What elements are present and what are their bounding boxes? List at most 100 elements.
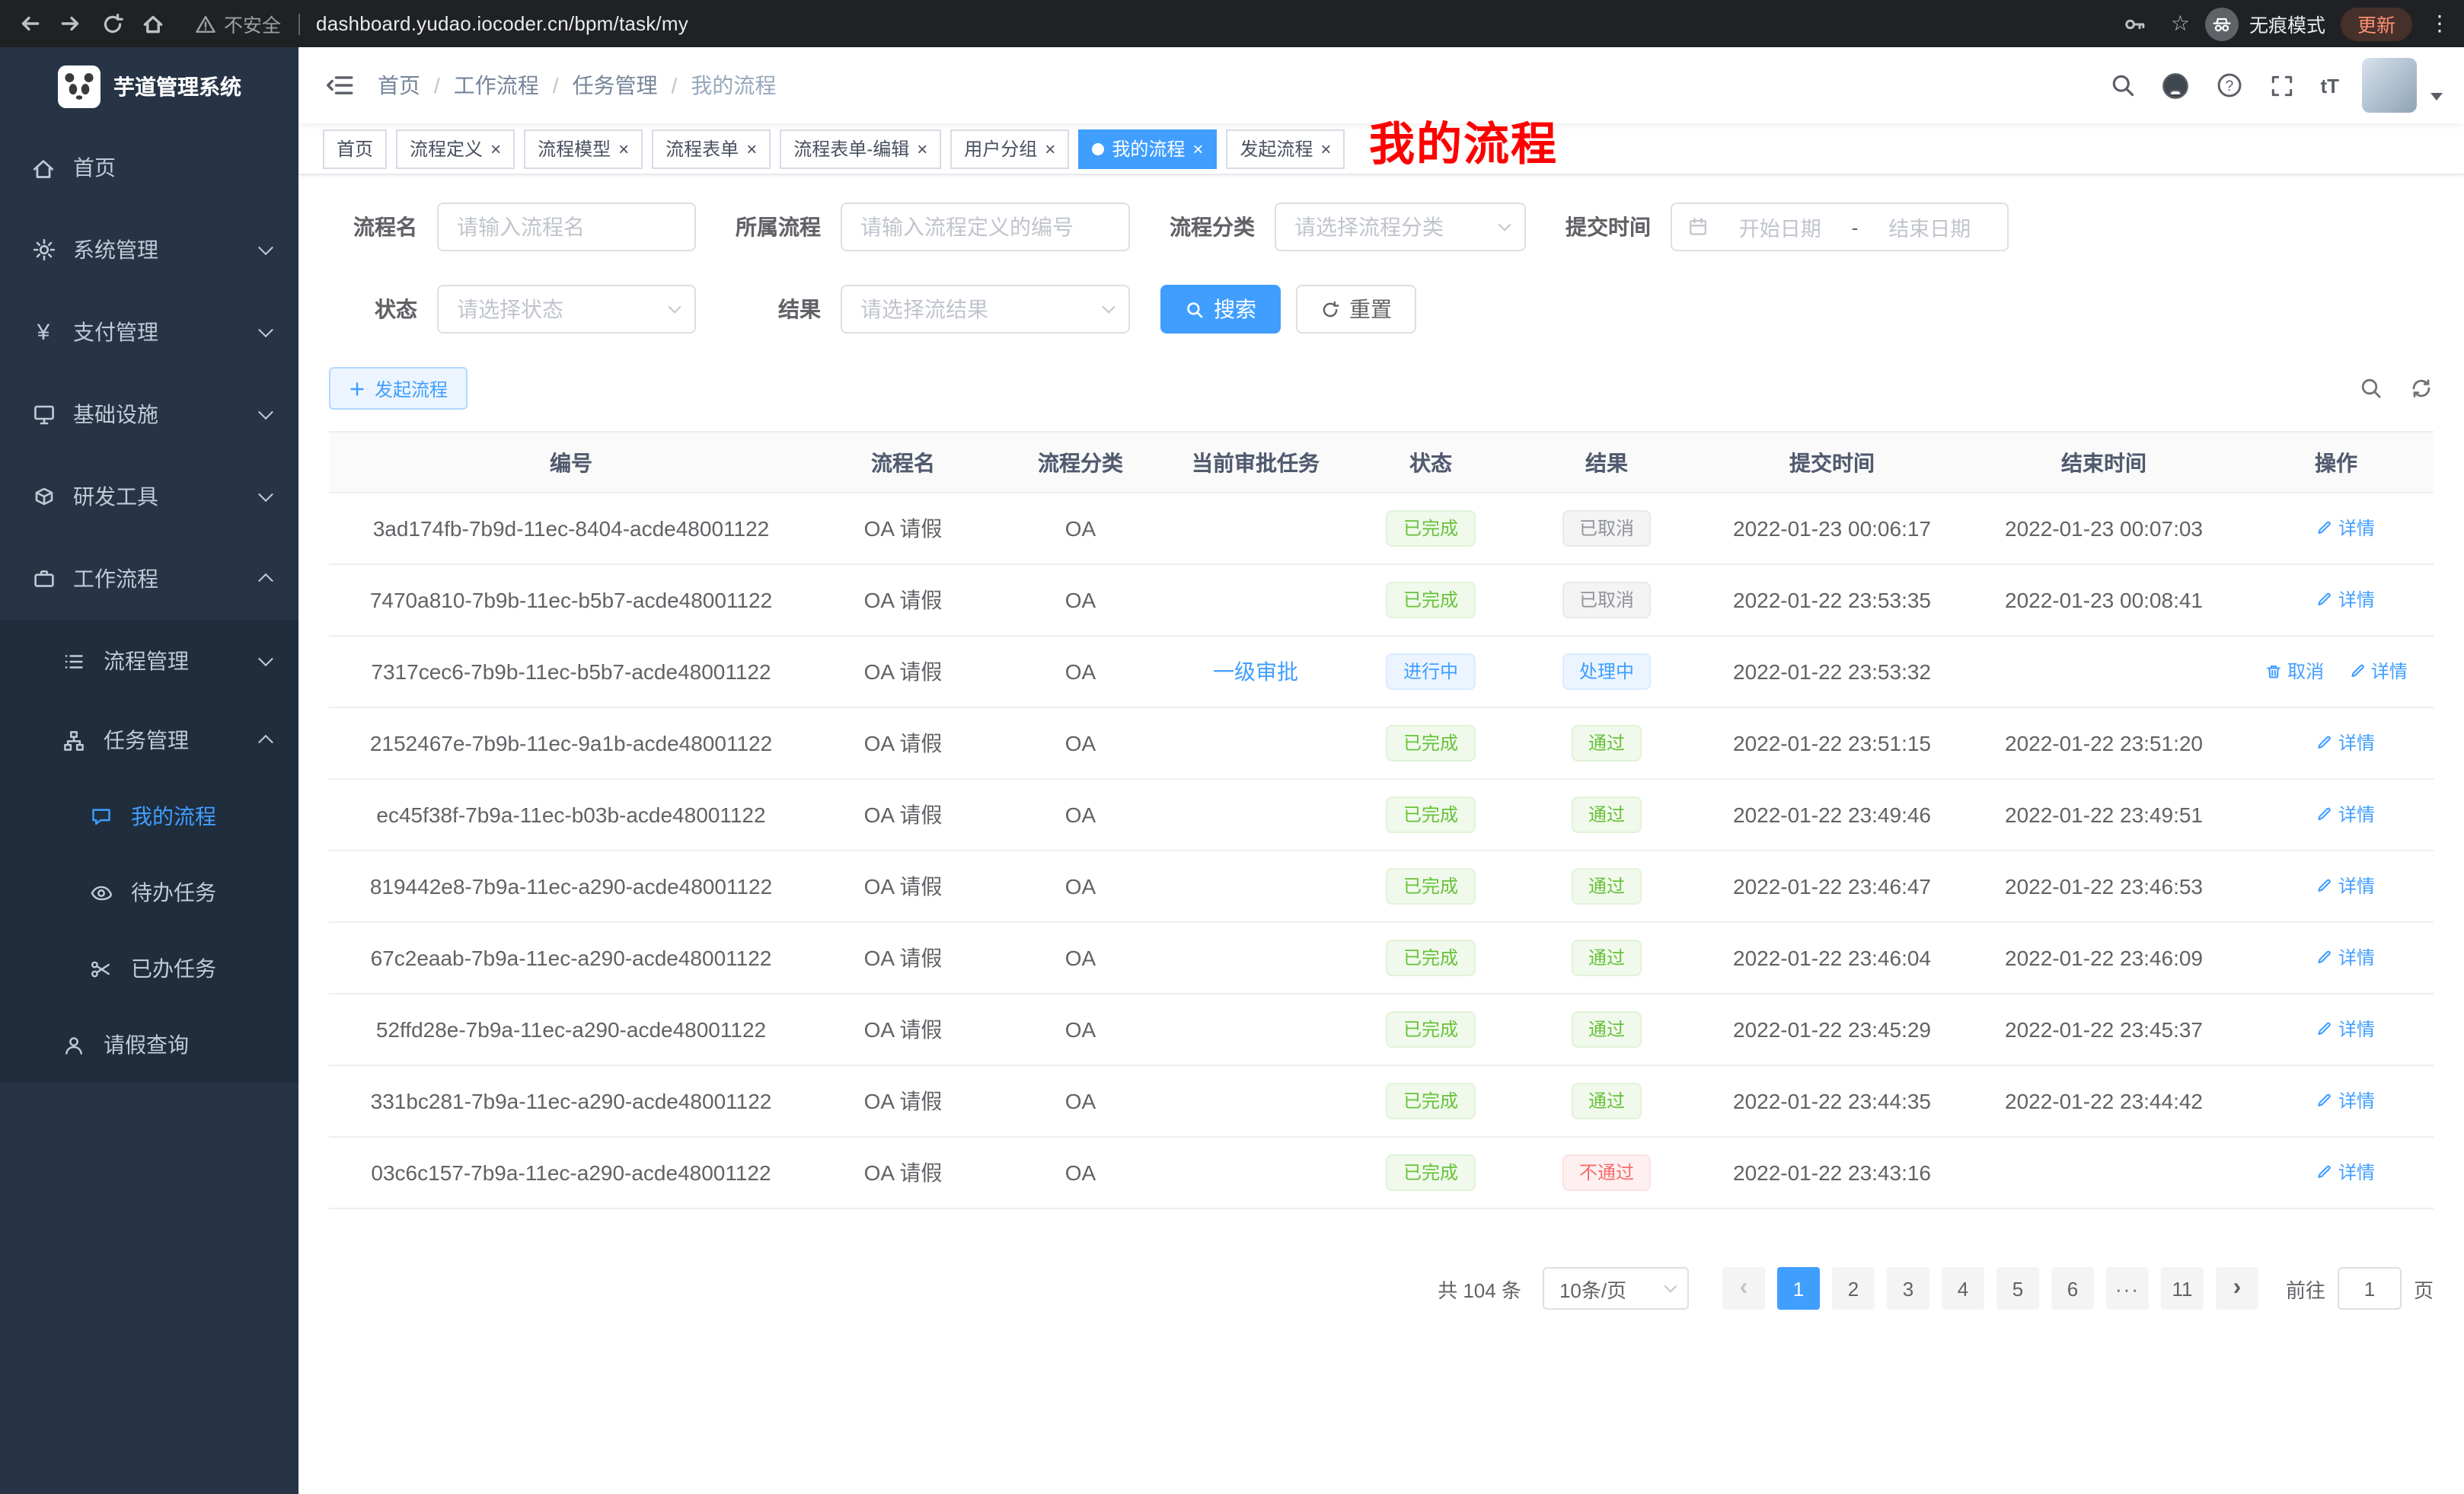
result-select[interactable]: 请选择流结果 [841,285,1130,334]
cell-status: 已完成 [1343,1065,1518,1137]
browser-update-button[interactable]: 更新 [2341,7,2412,40]
page-number-button[interactable]: 5 [1996,1267,2039,1310]
sidebar-item-workflow[interactable]: 工作流程 [0,538,298,620]
security-label: 不安全 [224,9,281,38]
refresh-table-icon[interactable] [2409,376,2434,401]
bookmark-star-icon[interactable]: ☆ [2171,11,2190,37]
process-name-label: 流程名 [329,212,417,242]
tag-view-tab[interactable]: 发起流程× [1226,129,1345,168]
browser-home-icon[interactable] [132,3,174,44]
site-security-chip[interactable]: 不安全 [195,9,281,38]
tag-view-tab[interactable]: 流程表单-编辑× [780,129,941,168]
status-tag: 已完成 [1387,796,1475,833]
page-number-button[interactable]: 2 [1832,1267,1875,1310]
process-name-input[interactable] [437,203,696,251]
sidebar-item-process-management[interactable]: 流程管理 [0,620,298,702]
sidebar-item-my-process[interactable]: 我的流程 [0,778,298,854]
result-tag: 不通过 [1562,1154,1651,1191]
sidebar-item-done-tasks[interactable]: 已办任务 [0,931,298,1007]
tag-view-tab[interactable]: 首页 [323,129,387,168]
user-avatar[interactable] [2362,58,2417,113]
detail-link[interactable]: 详情 [2316,802,2375,828]
browser-forward-icon[interactable] [50,3,91,44]
page-number-button[interactable]: ··· [2106,1267,2149,1310]
help-icon[interactable]: ? [2213,70,2244,101]
cell-category: OA [993,564,1168,636]
sidebar-item-leave-query[interactable]: 请假查询 [0,1007,298,1083]
edit-pen-icon [2316,1020,2334,1039]
reset-button[interactable]: 重置 [1296,285,1416,334]
breadcrumb-item[interactable]: 任务管理 [573,70,658,101]
app-logo[interactable]: 芋道管理系统 [0,47,298,126]
sidebar-item-system-management[interactable]: 系统管理 [0,209,298,291]
close-icon[interactable]: × [746,139,757,158]
column-header: 状态 [1343,432,1518,493]
close-icon[interactable]: × [1320,139,1331,158]
prev-page-button[interactable]: ‹ [1722,1267,1765,1310]
close-icon[interactable]: × [490,139,501,158]
breadcrumb-item[interactable]: 工作流程 [454,70,539,101]
page-number-button[interactable]: 11 [2161,1267,2204,1310]
detail-link[interactable]: 详情 [2316,1160,2375,1186]
tag-view-tab[interactable]: 用户分组× [950,129,1069,168]
cell-actions: 详情 [2239,1065,2434,1137]
detail-link[interactable]: 详情 [2316,1017,2375,1042]
page-number-button[interactable]: 4 [1942,1267,1984,1310]
submit-time-range-picker[interactable]: 开始日期 - 结束日期 [1671,203,2009,251]
breadcrumb-item[interactable]: 我的流程 [691,70,776,101]
breadcrumb-item[interactable]: 首页 [378,70,420,101]
sidebar-item-task-management[interactable]: 任务管理 [0,702,298,778]
close-icon[interactable]: × [917,139,927,158]
font-size-icon[interactable]: tT [2320,74,2339,97]
browser-back-icon[interactable] [9,3,50,44]
detail-link[interactable]: 详情 [2316,1088,2375,1114]
cell-status: 已完成 [1343,779,1518,851]
monitor-icon [30,401,56,427]
github-icon[interactable] [2160,70,2191,101]
hamburger-icon[interactable] [326,72,353,99]
start-process-button[interactable]: 发起流程 [329,367,468,410]
sidebar-item-todo-tasks[interactable]: 待办任务 [0,854,298,931]
browser-reload-icon[interactable] [91,3,132,44]
tag-view-tab[interactable]: 流程表单× [652,129,771,168]
parent-process-input[interactable] [841,203,1130,251]
detail-link[interactable]: 详情 [2316,730,2375,756]
detail-link[interactable]: 详情 [2316,516,2375,541]
fullscreen-icon[interactable] [2267,70,2297,101]
page-number-button[interactable]: 6 [2051,1267,2094,1310]
page-number-button[interactable]: 1 [1777,1267,1820,1310]
address-bar-url[interactable]: dashboard.yudao.iocoder.cn/bpm/task/my [316,12,2115,35]
detail-link[interactable]: 详情 [2316,945,2375,971]
process-category-select[interactable]: 请选择流程分类 [1275,203,1526,251]
toggle-search-icon[interactable] [2359,376,2383,401]
next-page-button[interactable]: › [2216,1267,2258,1310]
current-task-link[interactable]: 一级审批 [1213,659,1298,684]
browser-menu-icon[interactable]: ⋮ [2427,11,2452,37]
tag-view-tab[interactable]: 我的流程× [1078,129,1217,168]
detail-link[interactable]: 详情 [2316,873,2375,899]
pagination: 共 104 条 10条/页 ‹ 1 2 3 4 5 6 [329,1267,2434,1355]
close-icon[interactable]: × [1192,139,1203,158]
detail-link[interactable]: 详情 [2348,659,2408,685]
cancel-link[interactable]: 取消 [2265,659,2324,685]
sidebar-item-dev-tools[interactable]: 研发工具 [0,455,298,538]
detail-link[interactable]: 详情 [2316,587,2375,613]
sidebar-item-home[interactable]: 首页 [0,126,298,209]
cell-category: OA [993,493,1168,564]
password-key-icon[interactable] [2115,3,2156,44]
page-number-button[interactable]: 3 [1887,1267,1929,1310]
status-select[interactable]: 请选择状态 [437,285,696,334]
page-jump-input[interactable] [2338,1267,2402,1310]
column-header: 结束时间 [1969,432,2239,493]
tag-view-tab[interactable]: 流程定义× [396,129,515,168]
tag-view-tab[interactable]: 流程模型× [524,129,643,168]
cell-actions: 详情 [2239,564,2434,636]
status-tag: 已完成 [1387,725,1475,761]
page-size-select[interactable]: 10条/页 [1543,1267,1689,1310]
sidebar-item-payment-management[interactable]: ¥ 支付管理 [0,291,298,373]
close-icon[interactable]: × [618,139,629,158]
close-icon[interactable]: × [1045,139,1055,158]
search-icon[interactable] [2107,70,2137,101]
sidebar-item-infrastructure[interactable]: 基础设施 [0,373,298,455]
search-button[interactable]: 搜索 [1160,285,1281,334]
